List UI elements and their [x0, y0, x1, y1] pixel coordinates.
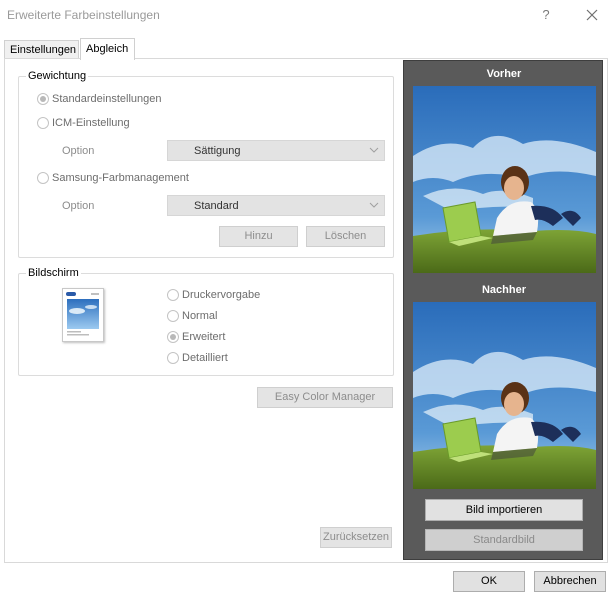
icm-option-dropdown[interactable]: Sättigung — [167, 140, 385, 161]
radio-erweitert[interactable]: Erweitert — [167, 331, 225, 343]
document-preview-icon — [66, 292, 99, 336]
import-image-button[interactable]: Bild importieren — [425, 499, 583, 521]
radio-label: Samsung-Farbmanagement — [52, 172, 189, 184]
radio-indicator — [37, 93, 49, 105]
cancel-button[interactable]: Abbrechen — [534, 571, 606, 592]
gewichtung-group-label: Gewichtung — [26, 70, 89, 82]
radio-indicator — [167, 310, 179, 322]
radio-indicator — [37, 117, 49, 129]
radio-label: ICM-Einstellung — [52, 117, 130, 129]
radio-druckervorgabe[interactable]: Druckervorgabe — [167, 289, 260, 301]
bildschirm-group-label: Bildschirm — [26, 267, 81, 279]
before-heading: Vorher — [486, 68, 522, 80]
ok-button[interactable]: OK — [453, 571, 525, 592]
radio-label: Normal — [182, 310, 218, 322]
close-button[interactable] — [582, 5, 602, 25]
chevron-down-icon — [369, 202, 379, 208]
icm-option-label: Option — [62, 145, 95, 157]
radio-label: Standardeinstellungen — [52, 93, 162, 105]
close-icon — [586, 9, 598, 21]
icm-option-value: Sättigung — [194, 145, 241, 157]
help-button[interactable]: ? — [536, 5, 556, 25]
samsung-option-label: Option — [62, 200, 95, 212]
tab-abgleich[interactable]: Abgleich — [80, 38, 135, 60]
radio-icm-einstellung[interactable]: ICM-Einstellung — [37, 117, 130, 129]
radio-indicator — [167, 289, 179, 301]
before-preview-image — [413, 86, 596, 273]
radio-label: Druckervorgabe — [182, 289, 261, 301]
radio-detailliert[interactable]: Detailliert — [167, 352, 228, 364]
radio-indicator — [167, 352, 179, 364]
tab-einstellungen[interactable]: Einstellungen — [4, 40, 79, 59]
chevron-down-icon — [369, 147, 379, 153]
samsung-option-value: Standard — [194, 200, 239, 212]
after-heading: Nachher — [481, 284, 527, 296]
radio-label: Erweitert — [182, 331, 226, 343]
after-preview-image — [413, 302, 596, 489]
samsung-option-dropdown[interactable]: Standard — [167, 195, 385, 216]
radio-samsung-farbmanagement[interactable]: Samsung-Farbmanagement — [37, 172, 189, 184]
radio-indicator — [167, 331, 179, 343]
default-image-button[interactable]: Standardbild — [425, 529, 583, 551]
title-bar: Erweiterte Farbeinstellungen ? — [0, 0, 611, 30]
radio-normal[interactable]: Normal — [167, 310, 217, 322]
preview-panel: Vorher Nachher Bild importieren Standard… — [403, 60, 603, 560]
easy-color-manager-button[interactable]: Easy Color Manager — [257, 387, 393, 408]
tab-abgleich-label: Abgleich — [86, 43, 129, 55]
radio-indicator — [37, 172, 49, 184]
add-button[interactable]: Hinzu — [219, 226, 298, 247]
tab-einstellungen-label: Einstellungen — [10, 44, 77, 56]
reset-button[interactable]: Zurücksetzen — [320, 527, 392, 548]
radio-standardeinstellungen[interactable]: Standardeinstellungen — [37, 93, 161, 105]
document-thumbnail — [62, 288, 104, 342]
delete-button[interactable]: Löschen — [306, 226, 385, 247]
help-icon: ? — [542, 7, 550, 22]
window-title: Erweiterte Farbeinstellungen — [7, 8, 160, 22]
radio-label: Detailliert — [182, 352, 228, 364]
